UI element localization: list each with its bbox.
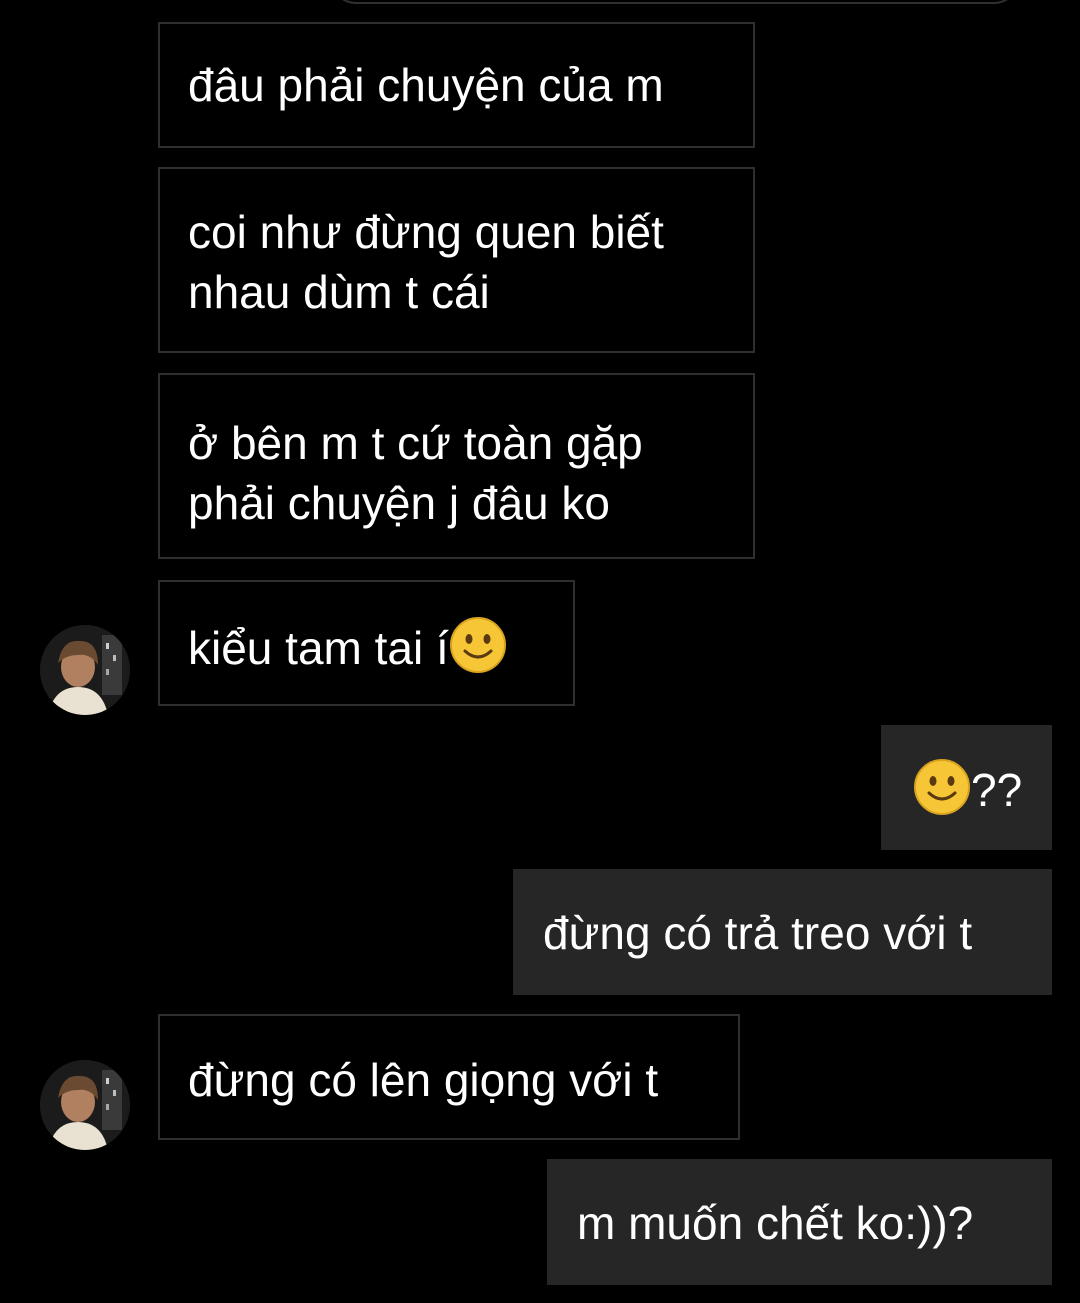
message-text: đừng có lên giọng với t [188,1054,659,1106]
message-text: đừng có trả treo với t [543,907,973,959]
previous-message-bubble-edge [330,0,1020,4]
message-text-line: ở bên m t cứ toàn gặp [188,417,643,469]
contact-avatar[interactable] [40,1060,130,1150]
message-bubble-outgoing[interactable]: ?? [881,725,1052,850]
message-bubble-outgoing[interactable]: m muốn chết ko:))? [547,1159,1052,1285]
message-bubble-incoming[interactable]: đừng có lên giọng với t [158,1014,740,1140]
message-text: kiểu tam tai í [188,616,545,678]
message-text-line: phải chuyện j đâu ko [188,477,610,529]
message-text: m muốn chết ko:))? [577,1197,974,1249]
message-bubble-incoming[interactable]: đâu phải chuyện của m [158,22,755,148]
message-text-line: nhau dùm t cái [188,266,490,318]
message-text: đâu phải chuyện của m [188,59,664,111]
message-bubble-incoming[interactable]: ở bên m t cứ toàn gặp phải chuyện j đâu … [158,373,755,559]
message-bubble-incoming[interactable]: coi như đừng quen biết nhau dùm t cái [158,167,755,353]
message-bubble-incoming[interactable]: kiểu tam tai í [158,580,575,706]
message-bubble-outgoing[interactable]: đừng có trả treo với t [513,869,1052,995]
slightly-smiling-face-icon [914,759,970,815]
message-text-line: coi như đừng quen biết [188,206,664,258]
slightly-smiling-face-icon [449,617,506,673]
contact-avatar[interactable] [40,625,130,715]
message-text: ?? [913,758,1024,820]
